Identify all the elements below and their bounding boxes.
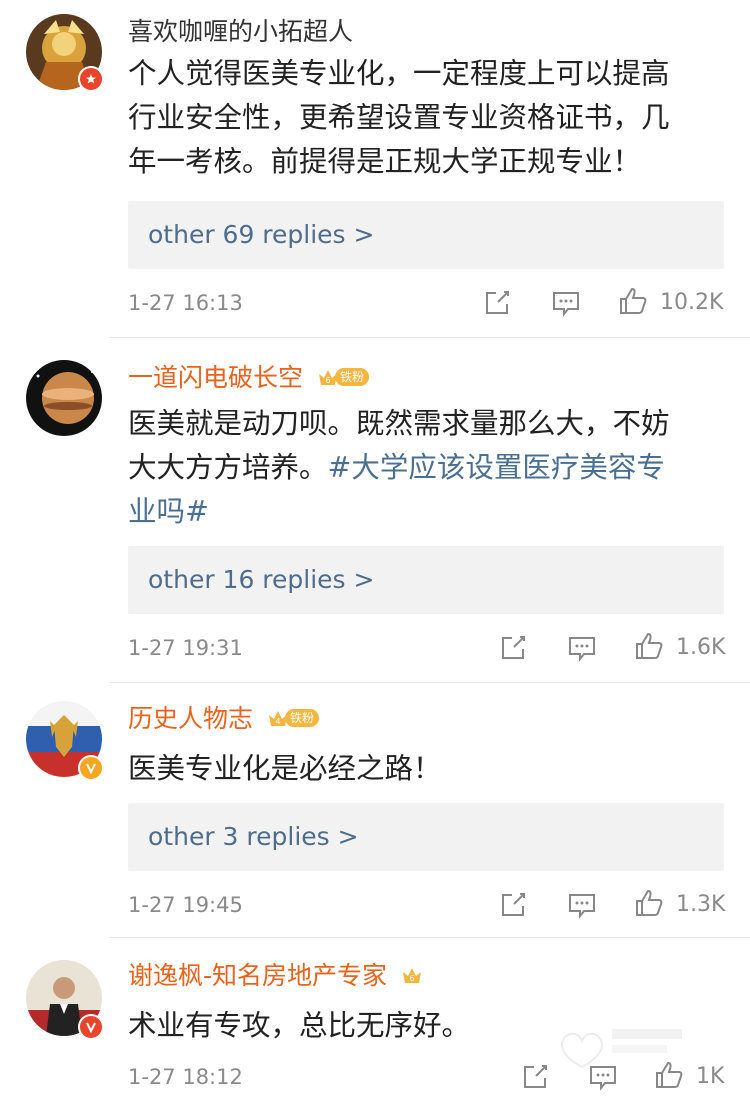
username-text: 历史人物志	[128, 704, 254, 733]
comment-icon[interactable]	[551, 288, 581, 318]
comment-icon[interactable]	[567, 890, 597, 920]
username-text: 谢逸枫-知名房地产专家	[128, 961, 388, 990]
comment-time: 1-27 18:12	[128, 1065, 243, 1089]
watermark-logo	[550, 1015, 700, 1075]
more-replies-label: other 69 replies >	[148, 220, 375, 249]
username[interactable]: 喜欢咖喱的小拓超人	[128, 16, 353, 48]
comment-time: 1-27 16:13	[128, 291, 243, 315]
comment-time: 1-27 19:31	[128, 636, 243, 660]
comment-text: 医美就是动刀呗。既然需求量那么大，不妨 大大方方培养。#大学应该设置医疗美容专 …	[128, 402, 718, 534]
username[interactable]: 谢逸枫-知名房地产专家 6	[128, 960, 423, 992]
username-text: 一道闪电破长空	[128, 363, 304, 392]
fan-badge[interactable]: 4 铁粉	[267, 707, 319, 729]
comment-text-segment: 大大方方培养。	[128, 451, 328, 484]
share-icon[interactable]	[498, 633, 528, 663]
crown-icon: 6	[402, 968, 421, 983]
comment-item: 历史人物志 4 铁粉 医美专业化是必经之路！ other 3 replies >…	[0, 683, 750, 938]
more-replies-button[interactable]: other 69 replies >	[128, 201, 724, 269]
fan-badge[interactable]: 6 铁粉	[317, 366, 369, 388]
comment-text-line: 医美就是动刀呗。既然需求量那么大，不妨	[128, 407, 670, 440]
like-count: 1.6K	[676, 635, 726, 660]
fan-level: 4	[275, 717, 280, 726]
share-icon[interactable]	[498, 890, 528, 920]
thumbs-up-icon[interactable]	[618, 286, 648, 316]
fan-level: 6	[409, 974, 414, 983]
like-count: 1K	[696, 1064, 725, 1089]
share-icon[interactable]	[520, 1062, 550, 1092]
topic-link[interactable]: 业吗#	[128, 495, 209, 528]
thumbs-up-icon[interactable]	[634, 888, 664, 918]
fan-badge[interactable]: 6	[401, 964, 423, 986]
comment-item: 喜欢咖喱的小拓超人 个人觉得医美专业化，一定程度上可以提高 行业安全性，更希望设…	[0, 0, 750, 338]
avatar[interactable]	[26, 360, 102, 436]
comment-text-line: 年一考核。前提得是正规大学正规专业！	[128, 145, 642, 178]
more-replies-button[interactable]: other 16 replies >	[128, 546, 724, 614]
fan-label: 铁粉	[284, 709, 319, 727]
comment-text-line: 大大方方培养。#大学应该设置医疗美容专	[128, 446, 718, 490]
verified-badge	[78, 755, 104, 781]
more-replies-label: other 16 replies >	[148, 565, 375, 594]
more-replies-button[interactable]: other 3 replies >	[128, 803, 724, 871]
thumbs-up-icon[interactable]	[634, 631, 664, 661]
verified-badge	[78, 66, 104, 92]
like-count: 1.3K	[676, 892, 726, 917]
more-replies-label: other 3 replies >	[148, 822, 359, 851]
comment-icon[interactable]	[567, 633, 597, 663]
username[interactable]: 历史人物志 4 铁粉	[128, 703, 319, 735]
username[interactable]: 一道闪电破长空 6 铁粉	[128, 362, 369, 394]
verified-badge	[78, 1014, 104, 1040]
comment-text-line: 行业安全性，更希望设置专业资格证书，几	[128, 101, 670, 134]
comment-text: 个人觉得医美专业化，一定程度上可以提高 行业安全性，更希望设置专业资格证书，几 …	[128, 52, 718, 184]
fan-label: 铁粉	[334, 368, 369, 386]
comment-time: 1-27 19:45	[128, 893, 243, 917]
fan-level: 6	[325, 376, 330, 385]
like-count: 10.2K	[660, 290, 724, 315]
topic-link[interactable]: #大学应该设置医疗美容专	[328, 451, 665, 484]
comment-text-line: 业吗#	[128, 490, 718, 534]
comment-text-line: 个人觉得医美专业化，一定程度上可以提高	[128, 57, 670, 90]
comment-item: 一道闪电破长空 6 铁粉 医美就是动刀呗。既然需求量那么大，不妨 大大方方培养。…	[0, 338, 750, 683]
comment-text: 医美专业化是必经之路！	[128, 752, 442, 785]
share-icon[interactable]	[482, 288, 512, 318]
